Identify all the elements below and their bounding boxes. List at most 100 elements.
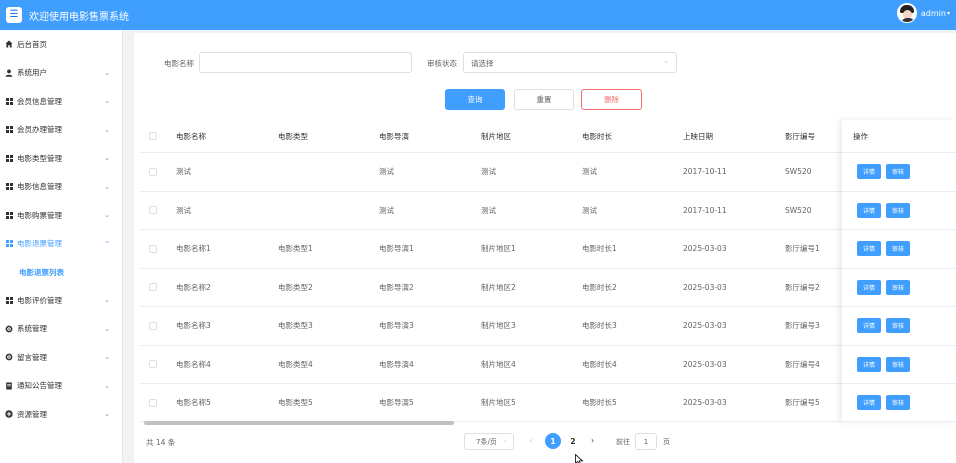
chevron-down-icon: ⌄ <box>104 125 110 134</box>
sidebar-item-label: 资源管理 <box>17 409 47 419</box>
detail-button[interactable]: 详情 <box>857 241 881 257</box>
row-checkbox[interactable] <box>149 230 157 268</box>
review-button[interactable]: 审核 <box>886 356 910 372</box>
row-checkbox[interactable] <box>149 346 157 384</box>
table-cell: 测试 <box>481 205 496 215</box>
table-cell: 2025-03-03 <box>683 398 727 407</box>
goto-suffix-label: 页 <box>663 438 670 446</box>
table-cell: 2017-10-11 <box>683 167 727 177</box>
review-button[interactable]: 审核 <box>886 202 910 218</box>
hamburger-icon: ☰ <box>9 9 19 20</box>
movie-name-input[interactable] <box>199 52 412 73</box>
chevron-down-icon: ⌄ <box>104 154 110 163</box>
username-label[interactable]: admin <box>921 9 946 18</box>
sidebar-item-notices[interactable]: 通知公告管理 ⌄ <box>0 372 122 401</box>
table-cell: SW520 <box>785 205 812 215</box>
chevron-down-icon[interactable]: ▾ <box>947 10 950 17</box>
sidebar-item-movie-info[interactable]: 电影信息管理 ⌄ <box>0 173 122 202</box>
next-page-icon[interactable]: › <box>591 436 594 445</box>
sidebar-item-ticket-purchase[interactable]: 电影购票管理 ⌄ <box>0 201 122 230</box>
sidebar-item-label: 后台首页 <box>17 39 47 49</box>
sidebar-item-label: 留言管理 <box>17 352 47 362</box>
horizontal-scrollbar[interactable] <box>144 421 454 425</box>
grid-icon <box>5 183 13 191</box>
menu-toggle-button[interactable]: ☰ <box>6 7 22 23</box>
sidebar-item-movie-reviews[interactable]: 电影评价管理 ⌄ <box>0 286 122 315</box>
page-2-button[interactable]: 2 <box>565 433 581 449</box>
review-button[interactable]: 审核 <box>886 318 910 334</box>
detail-button[interactable]: 详情 <box>857 202 881 218</box>
row-actions: 详情 审核 <box>842 307 956 346</box>
detail-button[interactable]: 详情 <box>857 395 881 410</box>
grid-icon <box>5 97 13 105</box>
sidebar-item-system-users[interactable]: 系统用户 ⌄ <box>0 59 122 88</box>
table-cell: 电影时长3 <box>582 321 617 331</box>
query-button[interactable]: 查询 <box>445 89 505 110</box>
top-header: ☰ 欢迎使用电影售票系统 admin ▾ <box>0 0 956 30</box>
sidebar-item-ticket-refund[interactable]: 电影退票管理 ⌃ <box>0 230 122 259</box>
table-cell: SW520 <box>785 167 812 177</box>
table-cell: 电影类型4 <box>278 359 313 369</box>
main-panel: 电影名称 审核状态 请选择 ⌄ 查询 重置 删除 电影名称 电影类型 电影导演 … <box>134 33 956 463</box>
table-cell: 电影类型3 <box>278 321 313 331</box>
total-count: 共 14 条 <box>146 438 176 447</box>
table-cell: 影厅编号1 <box>785 244 820 254</box>
chevron-down-icon: ⌄ <box>104 410 110 419</box>
page-size-select[interactable]: 7条/页 ⌄ <box>464 433 514 450</box>
row-actions: 详情 审核 <box>842 192 956 230</box>
column-header: 电影名称 <box>176 131 206 141</box>
plus-circle-icon <box>5 410 13 418</box>
page-1-button[interactable]: 1 <box>545 433 561 449</box>
row-checkbox[interactable] <box>149 384 157 421</box>
row-checkbox[interactable] <box>149 192 157 230</box>
chevron-down-icon: ⌄ <box>104 68 110 77</box>
select-all-checkbox[interactable] <box>149 120 157 152</box>
delete-button[interactable]: 删除 <box>581 89 642 110</box>
chevron-down-icon: ⌄ <box>502 437 508 444</box>
review-status-placeholder: 请选择 <box>471 59 494 68</box>
sidebar-item-messages[interactable]: 留言管理 ⌄ <box>0 343 122 372</box>
table-cell: 测试 <box>582 167 597 177</box>
gear-icon <box>5 325 13 333</box>
sidebar-subitem-refund-list[interactable]: 电影退票列表 <box>0 258 122 286</box>
detail-button[interactable]: 详情 <box>857 279 881 295</box>
column-header: 操作 <box>853 131 868 141</box>
home-icon <box>5 40 13 48</box>
sidebar-item-label: 通知公告管理 <box>17 381 62 391</box>
table-cell: 2025-03-03 <box>683 244 727 254</box>
sidebar-item-label: 电影退票管理 <box>17 239 62 249</box>
chevron-down-icon: ⌄ <box>104 296 110 305</box>
sidebar-item-member-handling[interactable]: 会员办理管理 ⌄ <box>0 116 122 145</box>
row-checkbox[interactable] <box>149 269 157 307</box>
goto-page-input[interactable]: 1 <box>635 433 657 450</box>
row-actions: 详情 审核 <box>842 230 956 269</box>
review-button[interactable]: 审核 <box>886 395 910 410</box>
review-status-select[interactable]: 请选择 ⌄ <box>463 52 677 73</box>
table-cell: 测试 <box>379 167 394 177</box>
sidebar-item-label: 电影评价管理 <box>17 295 62 305</box>
row-checkbox[interactable] <box>149 307 157 345</box>
sidebar-item-member-info[interactable]: 会员信息管理 ⌄ <box>0 87 122 116</box>
prev-page-icon[interactable]: ‹ <box>529 436 532 445</box>
table-cell: 测试 <box>176 167 191 177</box>
table-cell: 电影名称4 <box>176 359 211 369</box>
table-cell: 测试 <box>176 205 191 215</box>
detail-button[interactable]: 详情 <box>857 356 881 372</box>
reset-button[interactable]: 重置 <box>514 89 574 110</box>
avatar[interactable] <box>896 3 917 23</box>
detail-button[interactable]: 详情 <box>857 164 881 180</box>
detail-button[interactable]: 详情 <box>857 318 881 334</box>
sidebar-item-resources[interactable]: 资源管理 ⌄ <box>0 400 122 429</box>
row-checkbox[interactable] <box>149 153 157 191</box>
sidebar-item-home[interactable]: 后台首页 <box>0 30 122 59</box>
sidebar-item-label: 电影类型管理 <box>17 153 62 163</box>
review-button[interactable]: 审核 <box>886 279 910 295</box>
sidebar-item-movie-types[interactable]: 电影类型管理 ⌄ <box>0 144 122 173</box>
review-button[interactable]: 审核 <box>886 241 910 257</box>
table-cell: 制片地区4 <box>481 359 516 369</box>
table-cell: 影厅编号3 <box>785 321 820 331</box>
sidebar-item-system-management[interactable]: 系统管理 ⌄ <box>0 315 122 344</box>
table-cell: 2025-03-03 <box>683 282 727 292</box>
user-menu[interactable]: admin ▾ <box>896 3 950 23</box>
review-button[interactable]: 审核 <box>886 164 910 180</box>
